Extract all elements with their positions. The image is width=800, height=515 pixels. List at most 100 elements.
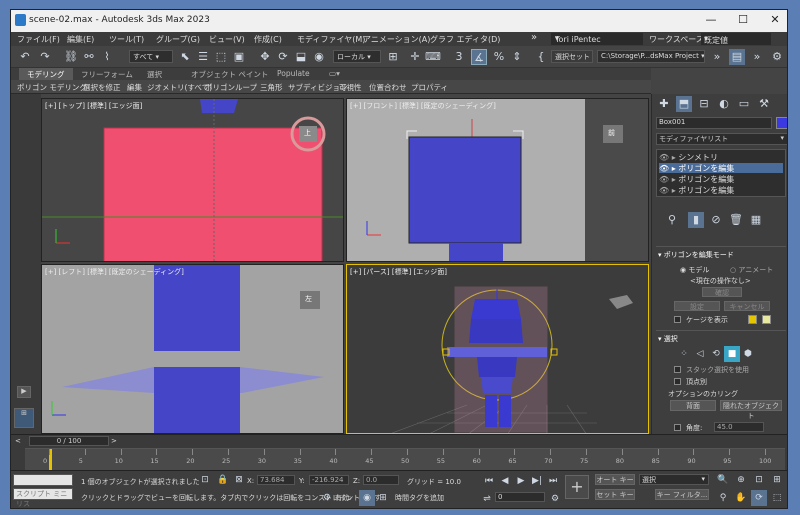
- maximize-button[interactable]: ☐: [733, 13, 753, 29]
- viewcube-top-face[interactable]: 上: [304, 128, 311, 138]
- prev-frame-icon[interactable]: ◀: [497, 473, 513, 489]
- radio-animate[interactable]: ○ アニメート: [730, 265, 773, 275]
- placement-icon[interactable]: ◉: [311, 49, 327, 65]
- menu-group[interactable]: グループ(G): [156, 34, 200, 45]
- tab-freeform[interactable]: フリーフォーム: [81, 69, 133, 80]
- goto-start-icon[interactable]: ⏮: [481, 473, 497, 489]
- menu-modifiers[interactable]: モディファイヤ(M): [297, 34, 365, 45]
- ribbon-polygon-modeling[interactable]: ポリゴン モデリング: [17, 82, 87, 93]
- ribbon-visibility[interactable]: 可視性: [339, 82, 362, 93]
- adaptive-degradation-icon[interactable]: ⚙: [319, 490, 335, 506]
- ribbon-polygons[interactable]: ポリゴン: [205, 82, 235, 93]
- set-key-big-button[interactable]: +: [565, 475, 589, 499]
- toolbar-more-icon[interactable]: »: [709, 49, 725, 65]
- cage-color-1-swatch[interactable]: [748, 315, 757, 324]
- y-coord-field[interactable]: -216.924: [309, 475, 349, 485]
- ribbon-loops[interactable]: ループ: [235, 82, 257, 93]
- maximize-viewport-icon[interactable]: ⬚: [769, 490, 785, 506]
- configure-sets-icon[interactable]: ▦: [748, 212, 764, 228]
- add-time-tag-label[interactable]: 時間タグを追加: [395, 493, 444, 503]
- stack-item[interactable]: 👁 ▸ ポリゴンを編集: [659, 163, 783, 173]
- modify-tab-icon[interactable]: ⬒: [676, 96, 692, 112]
- keyboard-shortcut-icon[interactable]: ⌨: [425, 49, 441, 65]
- object-name-field[interactable]: Box001: [656, 117, 772, 129]
- wrench-icon[interactable]: ⚙: [769, 49, 785, 65]
- rotate-icon[interactable]: ⟳: [275, 49, 291, 65]
- z-coord-field[interactable]: 0.0: [363, 475, 399, 485]
- minimize-button[interactable]: —: [701, 13, 721, 29]
- select-by-name-icon[interactable]: ☰: [195, 49, 211, 65]
- key-filters-button[interactable]: キー フィルタ...: [655, 489, 709, 500]
- by-vertex-checkbox[interactable]: [674, 378, 681, 385]
- time-slider-next-icon[interactable]: >: [111, 437, 117, 445]
- viewport-left[interactable]: [+] [レフト] [標準] [既定のシェーディング] 左: [41, 264, 344, 434]
- snap-3d-icon[interactable]: 3: [451, 49, 467, 65]
- time-slider[interactable]: 0 / 100: [29, 436, 109, 446]
- menu-more-icon[interactable]: »: [531, 32, 537, 43]
- maxscript-mini-listener[interactable]: スクリプト ミニ リス: [13, 488, 73, 508]
- angle-checkbox[interactable]: [674, 424, 681, 431]
- add-time-tag-icon[interactable]: ⊞: [375, 490, 391, 506]
- tab-object-paint[interactable]: オブジェクト ペイント: [191, 69, 268, 80]
- rollout-selection-title[interactable]: ▾ 選択: [658, 334, 678, 344]
- track-bar[interactable]: 0 5 10 15 20 25 30 35 40 45 50 55 60 65 70 75 80 85 90 95 10…: [25, 448, 785, 471]
- scale-icon[interactable]: ⬓: [293, 49, 309, 65]
- select-object-icon[interactable]: ⬉: [177, 49, 193, 65]
- close-button[interactable]: ✕: [765, 13, 785, 29]
- menu-view[interactable]: ビュー(V): [209, 34, 245, 45]
- toolbar-more2-icon[interactable]: »: [749, 49, 765, 65]
- next-frame-icon[interactable]: ▶|: [529, 473, 545, 489]
- viewport-perspective[interactable]: [+] [パース] [標準] [エッジ面]: [346, 264, 649, 434]
- ribbon-geometry-all[interactable]: ジオメトリ(すべて): [147, 82, 212, 93]
- pan-icon[interactable]: ✋: [733, 490, 749, 506]
- viewcube-left-face[interactable]: 左: [305, 294, 312, 304]
- remove-modifier-icon[interactable]: 🗑: [728, 212, 744, 228]
- backface-button[interactable]: 背面: [670, 400, 716, 411]
- stack-item[interactable]: 👁 ▸ シンメトリ: [659, 152, 783, 162]
- ribbon-triangles[interactable]: 三角形: [260, 82, 283, 93]
- utilities-tab-icon[interactable]: ⚒: [756, 96, 772, 112]
- edit-named-sel-icon[interactable]: {: [533, 49, 549, 65]
- absolute-mode-icon[interactable]: ⊠: [231, 472, 247, 488]
- angle-snap-icon[interactable]: ∡: [471, 49, 487, 65]
- bind-icon[interactable]: ⌇: [99, 49, 115, 65]
- viewcube-front-face[interactable]: 前: [608, 128, 615, 138]
- tab-selection[interactable]: 選択: [147, 69, 162, 80]
- named-selection-set-button[interactable]: 選択セット: [551, 50, 593, 63]
- isolate-selection-icon[interactable]: ⊡: [197, 472, 213, 488]
- unlink-icon[interactable]: ⚯: [81, 49, 97, 65]
- selection-filter-dropdown[interactable]: すべて ▾: [129, 50, 173, 63]
- angle-spinner[interactable]: 45.0: [714, 422, 764, 432]
- viewport-top[interactable]: [+] [トップ] [標準] [エッジ面] 上: [41, 98, 344, 262]
- selection-lock-icon[interactable]: 🔒: [215, 472, 231, 488]
- edge-mode-icon[interactable]: ◁: [692, 346, 708, 362]
- stack-item[interactable]: 👁 ▸ ポリゴンを編集: [659, 185, 783, 195]
- commit-button[interactable]: 確認: [702, 287, 742, 297]
- stack-selection-checkbox[interactable]: [674, 366, 681, 373]
- menu-graph-editors[interactable]: グラフ エディタ(D): [430, 34, 500, 45]
- viewport-left-label[interactable]: [+] [レフト] [標準] [既定のシェーディング]: [45, 267, 184, 277]
- zoom-extents-icon[interactable]: ⊡: [751, 472, 767, 488]
- selection-set-dropdown[interactable]: 選択 ▾: [639, 474, 709, 485]
- maxscript-listener-top[interactable]: [13, 474, 73, 486]
- zoom-extents-all-icon[interactable]: ⊞: [769, 472, 785, 488]
- element-mode-icon[interactable]: ⬢: [740, 346, 756, 362]
- cage-color-2-swatch[interactable]: [762, 315, 771, 324]
- menu-animation[interactable]: アニメーション(A): [363, 34, 430, 45]
- stack-item[interactable]: 👁 ▸ ポリゴンを編集: [659, 174, 783, 184]
- rect-region-icon[interactable]: ⬚: [213, 49, 229, 65]
- workspace-dropdown[interactable]: 既定値 ▾: [701, 33, 771, 45]
- move-icon[interactable]: ✥: [257, 49, 273, 65]
- x-coord-field[interactable]: 73.684: [257, 475, 295, 485]
- select-manipulate-icon[interactable]: ✛: [407, 49, 423, 65]
- rollout-edit-poly-mode-title[interactable]: ▾ ポリゴンを編集モード: [658, 250, 734, 260]
- enabled-toggle-icon[interactable]: ◉: [359, 490, 375, 506]
- link-icon[interactable]: ⛓: [63, 49, 79, 65]
- pivot-icon[interactable]: ⊞: [385, 49, 401, 65]
- auto-key-button[interactable]: オート キー: [595, 474, 635, 485]
- menu-create[interactable]: 作成(C): [254, 34, 282, 45]
- project-path-dropdown[interactable]: C:\Storage\P...dsMax Project ▾: [597, 50, 705, 63]
- redo-icon[interactable]: ↷: [37, 49, 53, 65]
- save-icon[interactable]: ▤: [729, 49, 745, 65]
- border-mode-icon[interactable]: ⟲: [708, 346, 724, 362]
